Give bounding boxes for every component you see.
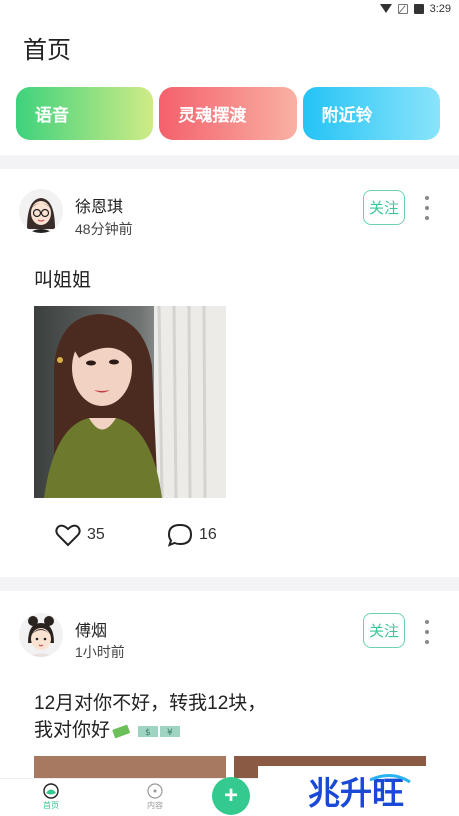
- post-text-line1: 12月对你不好，转我12块，: [34, 693, 267, 714]
- comment-count: 16: [199, 526, 217, 543]
- add-post-button[interactable]: +: [212, 777, 250, 815]
- tab-content[interactable]: 内容: [135, 783, 175, 811]
- no-sim-icon: [397, 4, 408, 14]
- post-text: 叫姐姐: [34, 270, 92, 291]
- post-username[interactable]: 徐恩琪: [75, 193, 123, 217]
- status-time: 3:29: [429, 3, 451, 15]
- more-options-icon[interactable]: [420, 196, 434, 220]
- post-photo[interactable]: [34, 756, 226, 778]
- post-time: 1小时前: [75, 644, 125, 660]
- comment-icon: [167, 523, 193, 547]
- wifi-icon: [379, 4, 392, 14]
- post-time: 48分钟前: [75, 221, 133, 237]
- like-count: 35: [87, 526, 105, 543]
- post-photo[interactable]: [34, 306, 226, 498]
- heart-icon: [55, 524, 81, 547]
- avatar-girl-bun-icon: [19, 613, 63, 657]
- nearby-button[interactable]: 附近铃: [302, 87, 440, 140]
- money-emoji-icon: $ ¥: [112, 724, 181, 738]
- section-divider: [0, 577, 459, 591]
- soul-ferry-button-label: 灵魂摆渡: [178, 106, 247, 125]
- post-card: 徐恩琪 48分钟前 关注 叫姐姐 35 16: [0, 169, 459, 577]
- tab-home[interactable]: 首页: [31, 783, 71, 811]
- comment-stat[interactable]: 16: [167, 523, 217, 547]
- voice-button-label: 语音: [35, 106, 69, 125]
- avatar[interactable]: [19, 613, 63, 657]
- voice-button[interactable]: 语音: [16, 87, 154, 140]
- avatar-girl-glasses-icon: [19, 189, 63, 233]
- post-username[interactable]: 傅烟: [75, 617, 107, 641]
- post-text-line2: 我对你好 $ ¥: [34, 717, 184, 744]
- tab-home-label: 首页: [43, 801, 59, 810]
- svg-text:旺: 旺: [372, 774, 404, 812]
- portrait-photo: [34, 306, 226, 498]
- soul-ferry-button[interactable]: 灵魂摆渡: [159, 87, 297, 140]
- follow-button[interactable]: 关注: [363, 190, 405, 225]
- like-stat[interactable]: 35: [55, 523, 105, 547]
- home-tab-icon: [43, 783, 59, 799]
- section-divider: [0, 155, 459, 169]
- watermark-logo-image: 兆升 旺: [308, 774, 411, 812]
- page-title: 首页: [23, 37, 71, 64]
- battery-icon: [413, 4, 424, 14]
- svg-text:¥: ¥: [167, 728, 173, 738]
- post-card: 傅烟 1小时前 关注 12月对你不好，转我12块， 我对你好 $ ¥: [0, 591, 459, 778]
- post-text-line2-text: 我对你好: [34, 720, 111, 741]
- compass-icon: [147, 783, 163, 799]
- tab-content-label: 内容: [147, 801, 163, 810]
- avatar[interactable]: [19, 189, 63, 233]
- svg-text:$: $: [145, 728, 151, 738]
- status-bar: 3:29: [0, 0, 459, 18]
- watermark-logo: 兆升 旺: [258, 766, 459, 816]
- quick-actions: 语音 灵魂摆渡 附近铃: [16, 87, 440, 140]
- follow-button[interactable]: 关注: [363, 613, 405, 648]
- svg-text:兆升: 兆升: [308, 774, 372, 812]
- more-options-icon[interactable]: [420, 620, 434, 644]
- nearby-button-label: 附近铃: [321, 106, 373, 125]
